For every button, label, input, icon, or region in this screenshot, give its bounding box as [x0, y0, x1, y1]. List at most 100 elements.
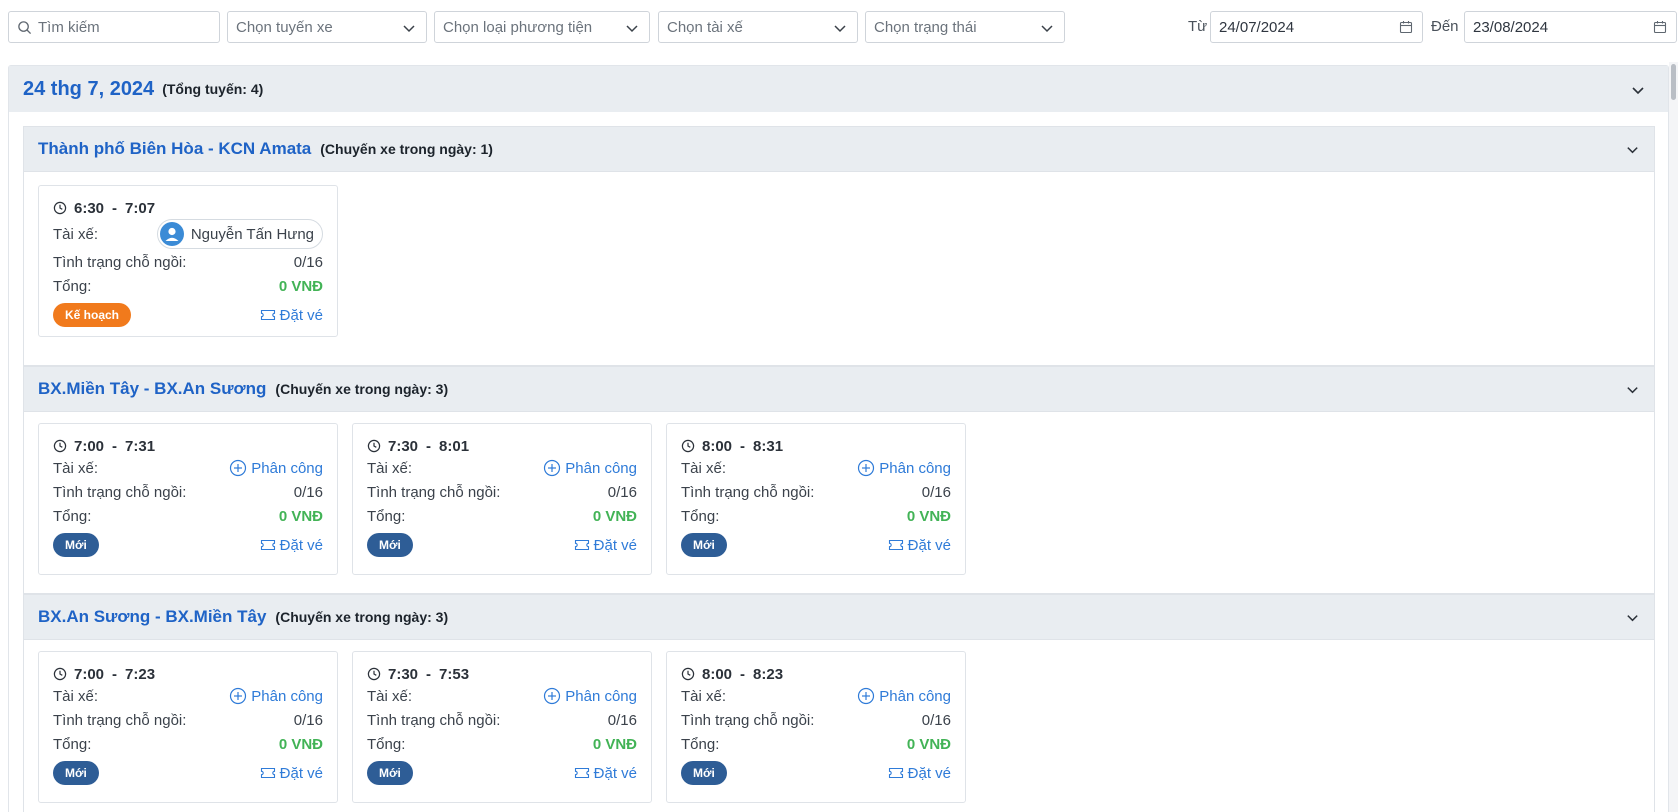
chevron-down-icon — [834, 25, 846, 33]
status-badge: Mới — [367, 533, 413, 557]
driver-row: Tài xế: Phân công — [53, 684, 323, 708]
assign-driver-button[interactable]: Phân công — [543, 687, 637, 705]
route-title: Thành phố Biên Hòa - KCN Amata — [38, 139, 312, 158]
trip-time: 7:30-7:53 — [367, 664, 637, 684]
vehicle-type-select[interactable]: Chọn loại phương tiện — [434, 11, 650, 43]
route-select[interactable]: Chọn tuyến xe — [227, 11, 427, 43]
trip-time: 7:00-7:23 — [53, 664, 323, 684]
scrollbar-thumb[interactable] — [1671, 64, 1676, 100]
plus-circle-icon — [544, 687, 561, 705]
assign-label: Phân công — [565, 687, 637, 705]
route-panel-an-suong-mien-tay: BX.An Sương - BX.Miền Tây (Chuyến xe tro… — [23, 594, 1655, 812]
vehicle-type-select-placeholder: Chọn loại phương tiện — [443, 18, 593, 36]
trip-card[interactable]: 7:00-7:31 Tài xế: Phân công Tình trạng c… — [38, 423, 338, 575]
assign-driver-button[interactable]: Phân công — [543, 459, 637, 477]
status-badge: Mới — [367, 761, 413, 785]
to-date-input[interactable]: 23/08/2024 — [1464, 11, 1677, 43]
assign-driver-button[interactable]: Phân công — [229, 459, 323, 477]
trip-card[interactable]: 6:30-7:07 Tài xế: Nguyễn Tấn Hưng Tình t… — [38, 185, 338, 337]
seats-value: 0/16 — [921, 483, 951, 501]
vertical-scrollbar[interactable] — [1669, 62, 1678, 812]
trip-time: 7:30-8:01 — [367, 436, 637, 456]
book-ticket-label: Đặt vé — [279, 764, 323, 782]
trip-footer: Mới Đặt vé — [53, 758, 323, 788]
route-header[interactable]: BX.Miền Tây - BX.An Sương (Chuyến xe tro… — [24, 367, 1654, 412]
seats-label: Tình trạng chỗ ngồi: — [367, 483, 501, 501]
driver-label: Tài xế: — [367, 687, 413, 705]
search-input[interactable] — [38, 18, 208, 36]
trip-footer: Mới Đặt vé — [681, 530, 951, 560]
total-label: Tổng: — [53, 507, 92, 525]
book-ticket-label: Đặt vé — [279, 306, 323, 324]
book-ticket-link[interactable]: Đặt vé — [260, 307, 323, 324]
trip-card[interactable]: 8:00-8:31 Tài xế: Phân công Tình trạng c… — [666, 423, 966, 575]
status-select[interactable]: Chọn trạng thái — [865, 11, 1065, 43]
calendar-icon[interactable] — [1399, 20, 1413, 34]
status-badge: Mới — [681, 761, 727, 785]
chevron-down-icon[interactable] — [1625, 382, 1640, 397]
book-ticket-link[interactable]: Đặt vé — [574, 537, 637, 554]
book-ticket-link[interactable]: Đặt vé — [260, 765, 323, 782]
seats-label: Tình trạng chỗ ngồi: — [367, 711, 501, 729]
trip-card[interactable]: 8:00-8:23 Tài xế: Phân công Tình trạng c… — [666, 651, 966, 803]
ticket-icon — [888, 767, 903, 779]
clock-icon — [681, 439, 695, 453]
search-box[interactable] — [8, 11, 220, 43]
user-avatar-icon — [159, 222, 184, 246]
chevron-down-icon[interactable] — [1625, 142, 1640, 157]
chevron-down-icon[interactable] — [1630, 82, 1646, 98]
ticket-icon — [574, 767, 589, 779]
clock-icon — [367, 667, 381, 681]
trip-card[interactable]: 7:00-7:23 Tài xế: Phân công Tình trạng c… — [38, 651, 338, 803]
assign-driver-button[interactable]: Phân công — [857, 459, 951, 477]
driver-chip[interactable]: Nguyễn Tấn Hưng — [156, 219, 323, 249]
trip-footer: Mới Đặt vé — [367, 530, 637, 560]
plus-circle-icon — [544, 459, 561, 477]
assign-driver-button[interactable]: Phân công — [857, 687, 951, 705]
seats-value: 0/16 — [293, 483, 323, 501]
trip-start-time: 6:30 — [74, 199, 105, 217]
seats-label: Tình trạng chỗ ngồi: — [681, 711, 815, 729]
day-header[interactable]: 24 thg 7, 2024 (Tổng tuyến: 4) — [9, 66, 1668, 112]
from-date-input[interactable]: 24/07/2024 — [1210, 11, 1423, 43]
seats-row: Tình trạng chỗ ngồi: 0/16 — [681, 480, 951, 504]
chevron-down-icon[interactable] — [1625, 610, 1640, 625]
total-row: Tổng: 0 VNĐ — [53, 504, 323, 528]
ticket-icon — [260, 539, 275, 551]
day-title: 24 thg 7, 2024 — [23, 77, 155, 100]
book-ticket-link[interactable]: Đặt vé — [888, 537, 951, 554]
driver-row: Tài xế: Phân công — [53, 456, 323, 480]
clock-icon — [53, 201, 67, 215]
driver-row: Tài xế: Phân công — [681, 456, 951, 480]
driver-row: Tài xế: Nguyễn Tấn Hưng — [53, 218, 323, 250]
plus-circle-icon — [230, 687, 247, 705]
seats-row: Tình trạng chỗ ngồi: 0/16 — [53, 480, 323, 504]
clock-icon — [367, 439, 381, 453]
total-value: 0 VNĐ — [592, 507, 637, 525]
seats-label: Tình trạng chỗ ngồi: — [681, 483, 815, 501]
assign-driver-button[interactable]: Phân công — [229, 687, 323, 705]
clock-icon — [53, 667, 67, 681]
trip-card[interactable]: 7:30-7:53 Tài xế: Phân công Tình trạng c… — [352, 651, 652, 803]
trip-end-time: 7:23 — [125, 665, 156, 683]
route-panel-mien-tay-an-suong: BX.Miền Tây - BX.An Sương (Chuyến xe tro… — [23, 366, 1655, 594]
total-row: Tổng: 0 VNĐ — [53, 274, 323, 298]
from-date-label: Từ — [1188, 18, 1208, 35]
route-header[interactable]: Thành phố Biên Hòa - KCN Amata (Chuyến x… — [24, 127, 1654, 172]
total-value: 0 VNĐ — [278, 735, 323, 753]
trip-start-time: 7:00 — [74, 665, 105, 683]
calendar-icon[interactable] — [1653, 20, 1667, 34]
book-ticket-link[interactable]: Đặt vé — [260, 537, 323, 554]
trip-card[interactable]: 7:30-8:01 Tài xế: Phân công Tình trạng c… — [352, 423, 652, 575]
trip-footer: Mới Đặt vé — [367, 758, 637, 788]
driver-select[interactable]: Chọn tài xế — [658, 11, 858, 43]
book-ticket-label: Đặt vé — [907, 536, 951, 554]
route-trip-count: (Chuyến xe trong ngày: 3) — [275, 381, 449, 397]
route-select-placeholder: Chọn tuyến xe — [236, 18, 333, 36]
book-ticket-link[interactable]: Đặt vé — [888, 765, 951, 782]
route-header[interactable]: BX.An Sương - BX.Miền Tây (Chuyến xe tro… — [24, 595, 1654, 640]
book-ticket-link[interactable]: Đặt vé — [574, 765, 637, 782]
assign-label: Phân công — [879, 687, 951, 705]
trip-start-time: 8:00 — [702, 437, 733, 455]
seats-row: Tình trạng chỗ ngồi: 0/16 — [681, 708, 951, 732]
